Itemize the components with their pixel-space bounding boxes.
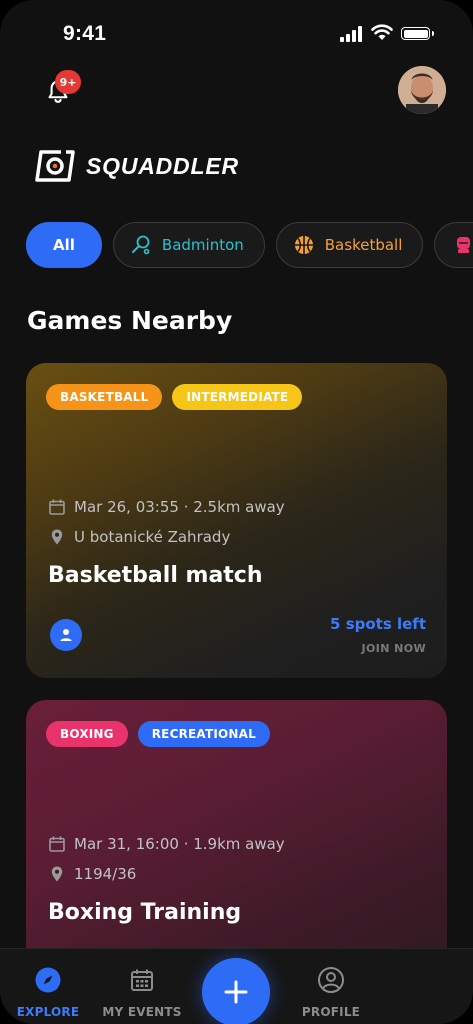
profile-icon — [316, 965, 346, 995]
app-screen: 9:41 9+ SQUADDLER All Badminton Basketba… — [0, 0, 473, 1024]
filter-chip-label: Badminton — [161, 236, 244, 254]
filter-chip-all[interactable]: All — [26, 222, 102, 268]
game-datetime-text: Mar 31, 16:00 · 1.9km away — [74, 835, 285, 853]
avatar[interactable] — [398, 66, 446, 114]
game-location-text: 1194/36 — [74, 865, 137, 883]
boxing-icon — [453, 234, 473, 256]
compass-icon — [33, 965, 63, 995]
game-location-text: U botanické Zahrady — [74, 528, 231, 546]
filter-chip-basketball[interactable]: Basketball — [275, 222, 424, 268]
filter-chip-boxing[interactable] — [434, 222, 473, 268]
status-bar: 9:41 — [0, 22, 473, 50]
game-location: U botanické Zahrady — [48, 528, 230, 546]
sport-tag: BASKETBALL — [46, 384, 163, 410]
calendar-grid-icon — [127, 965, 157, 995]
brand-logo: SQUADDLER — [34, 146, 239, 186]
battery-icon — [401, 27, 434, 40]
join-now-button[interactable]: JOIN NOW — [362, 642, 426, 655]
brand-name: SQUADDLER — [86, 152, 239, 179]
game-datetime-text: Mar 26, 03:55 · 2.5km away — [74, 498, 285, 516]
section-title: Games Nearby — [27, 306, 233, 335]
squaddler-logo-icon — [35, 149, 75, 182]
basketball-icon — [293, 234, 315, 256]
notification-badge: 9+ — [55, 70, 81, 94]
plus-icon — [224, 980, 248, 1004]
status-time: 9:41 — [63, 22, 107, 45]
filter-chip-label: Basketball — [324, 236, 403, 254]
avatar-photo — [398, 66, 446, 114]
nav-profile-label: PROFILE — [301, 1005, 361, 1019]
location-pin-icon — [48, 865, 66, 883]
game-title: Basketball match — [48, 563, 263, 588]
sport-tag: BOXING — [46, 721, 128, 747]
game-datetime: Mar 26, 03:55 · 2.5km away — [48, 498, 285, 516]
game-card[interactable]: BASKETBALL INTERMEDIATE Mar 26, 03:55 · … — [26, 363, 447, 678]
nav-my-events[interactable]: MY EVENTS — [94, 965, 190, 1019]
game-tags: BOXING RECREATIONAL — [46, 721, 270, 747]
spots-left: 5 spots left — [330, 615, 426, 633]
game-title: Boxing Training — [48, 900, 242, 925]
game-location: 1194/36 — [48, 865, 136, 883]
calendar-icon — [48, 835, 66, 853]
location-pin-icon — [48, 528, 66, 546]
level-tag: RECREATIONAL — [137, 721, 270, 747]
level-tag: INTERMEDIATE — [172, 384, 303, 410]
nav-my-events-label: MY EVENTS — [102, 1005, 182, 1019]
filter-chip-label: All — [53, 236, 75, 254]
badminton-icon — [130, 234, 152, 256]
nav-explore[interactable]: EXPLORE — [0, 965, 96, 1019]
game-datetime: Mar 31, 16:00 · 1.9km away — [48, 835, 285, 853]
wifi-icon — [371, 24, 393, 40]
game-tags: BASKETBALL INTERMEDIATE — [46, 384, 303, 410]
signal-icon — [340, 26, 362, 42]
sport-filter-bar: All Badminton Basketball — [26, 222, 473, 268]
filter-chip-badminton[interactable]: Badminton — [112, 222, 265, 268]
nav-explore-label: EXPLORE — [16, 1005, 80, 1019]
person-icon — [60, 629, 72, 641]
create-game-button[interactable] — [202, 958, 270, 1024]
nav-profile[interactable]: PROFILE — [283, 965, 379, 1019]
participant-avatar — [50, 619, 82, 651]
calendar-icon — [48, 498, 66, 516]
